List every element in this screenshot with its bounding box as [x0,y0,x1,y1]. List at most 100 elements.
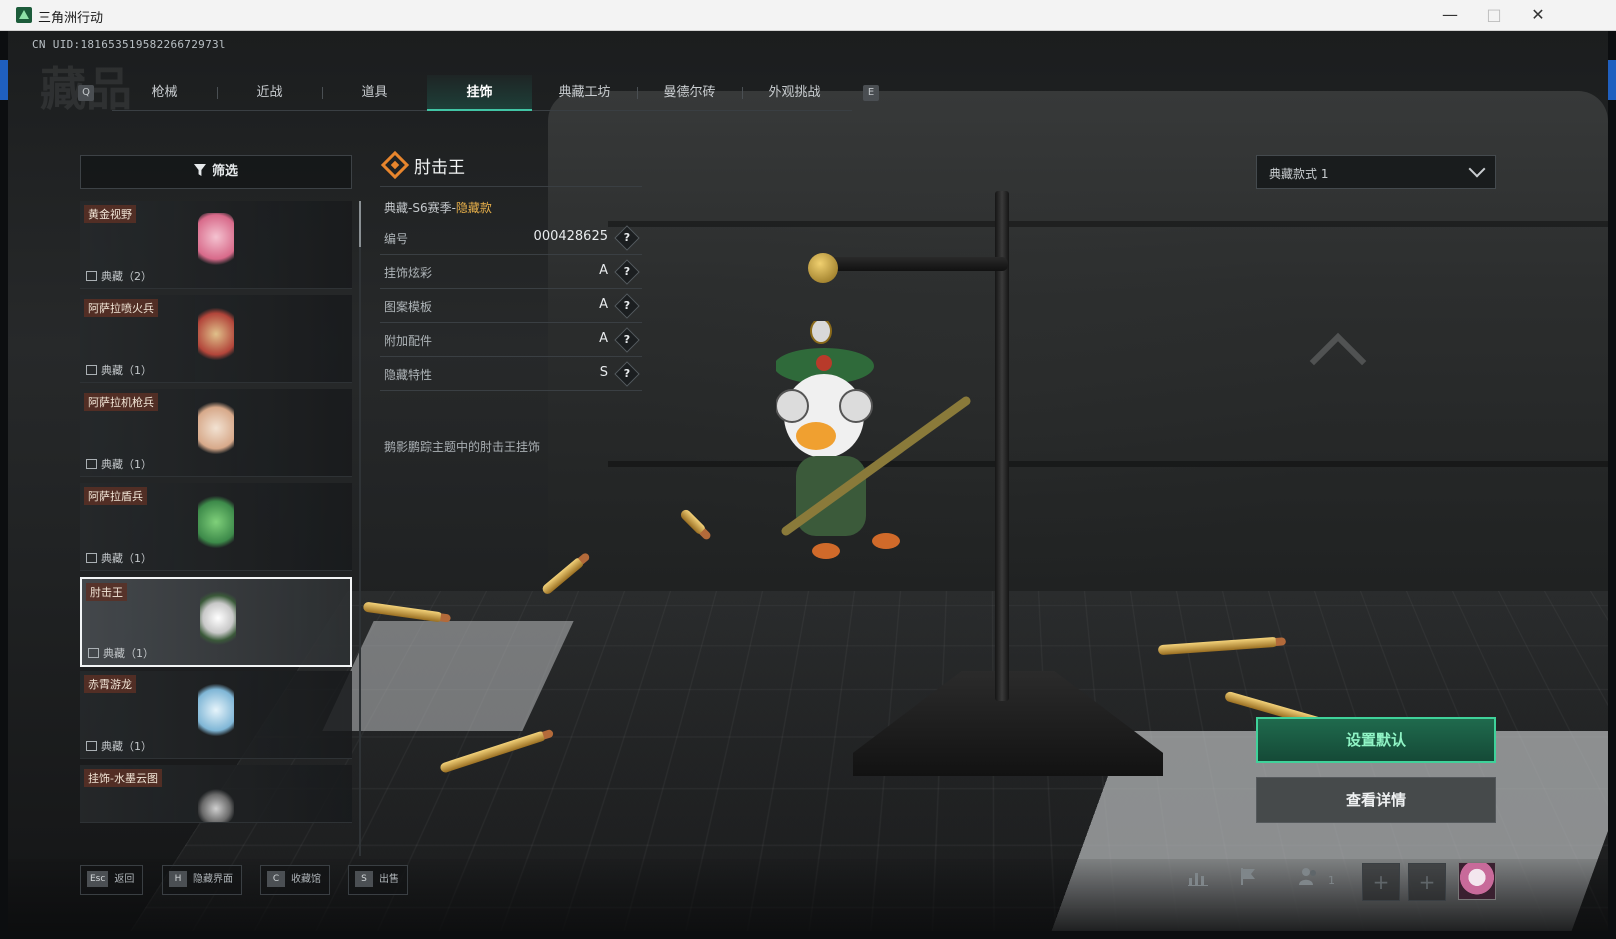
item-name: 挂饰-水墨云图 [84,769,162,787]
app-logo-icon [16,7,32,23]
top-bar: CN UID:18165351958226672973l 藏品 Q 枪械 近战 … [8,31,1608,146]
property-row-color: 挂饰炫彩 A ? [380,255,642,289]
tab-mandel-brick[interactable]: 曼德尔砖 [637,75,742,111]
close-button[interactable]: ✕ [1516,0,1560,31]
sell-hint[interactable]: S 出售 [348,865,408,895]
charm-name: 肘击王 [414,158,465,178]
display-stand-arm [828,257,1008,271]
list-scrollbar[interactable] [359,201,361,856]
display-stand-knob [808,253,838,283]
next-tab-key-hint[interactable]: E [863,85,879,101]
collection-icon [86,741,97,751]
help-icon[interactable]: ? [614,327,640,353]
tab-appearance-challenge[interactable]: 外观挑战 [742,75,847,111]
online-friend-count: 1 [1328,874,1335,887]
view-details-button[interactable]: 查看详情 [1256,777,1496,823]
desktop-edge [0,60,8,100]
category-tabs: 枪械 近战 道具 挂饰 典藏工坊 曼德尔砖 外观挑战 [112,75,852,111]
player-uid: CN UID:18165351958226672973l [32,38,226,51]
desktop-edge [1608,60,1616,100]
list-scrollbar-thumb[interactable] [359,201,361,247]
tab-collection-workshop[interactable]: 典藏工坊 [532,75,637,111]
help-icon[interactable]: ? [614,361,640,387]
help-icon[interactable]: ? [614,225,640,251]
filter-button[interactable]: 筛选 [80,155,352,189]
style-dropdown-value: 典藏款式 1 [1269,167,1329,181]
minimize-button[interactable]: — [1428,0,1472,31]
item-rarity: 典藏（1） [88,645,154,661]
item-thumbnail [198,495,234,555]
item-thumbnail [198,401,234,461]
collection-icon [86,365,97,375]
item-rarity: 典藏（1） [86,738,152,754]
style-dropdown[interactable]: 典藏款式 1 [1256,155,1496,189]
collection-icon [86,553,97,563]
case-rib [608,221,1608,227]
collection-icon [88,648,99,658]
item-name: 阿萨拉机枪兵 [84,393,158,411]
season-label: 典藏-S6赛季-隐藏款 [384,201,492,215]
item-name: 赤霄游龙 [84,675,136,693]
player-avatar[interactable] [1458,862,1496,900]
chevron-down-icon [1468,160,1486,178]
tab-firearms[interactable]: 枪械 [112,75,217,111]
item-name: 肘击王 [86,583,127,601]
beret-badge [816,355,832,371]
maximize-button[interactable]: □ [1472,0,1516,31]
duck-foot [872,533,900,549]
list-item[interactable]: 挂饰-水墨云图 [80,765,352,823]
property-row-attachment: 附加配件 A ? [380,323,642,357]
hide-ui-hint[interactable]: H 隐藏界面 [162,865,242,895]
party-slot-plus-button[interactable]: + [1362,863,1400,901]
list-item[interactable]: 阿萨拉盾兵 典藏（1） [80,483,352,571]
item-rarity: 典藏（1） [86,456,152,472]
tab-melee[interactable]: 近战 [217,75,322,111]
list-item-selected[interactable]: 肘击王 典藏（1） [80,577,352,667]
filter-label: 筛选 [211,164,238,179]
app-title: 三角洲行动 [38,11,104,26]
property-row-pattern: 图案模板 A ? [380,289,642,323]
item-rarity: 典藏（2） [86,268,152,284]
charm-ring [810,321,832,344]
app-window: 三角洲行动 — □ ✕ CN UID:18165351958226672973l… [0,0,1616,939]
case-rib [608,461,1608,467]
collection-hall-hint[interactable]: C 收藏馆 [260,865,330,895]
flag-icon[interactable] [1232,865,1264,897]
tab-items[interactable]: 道具 [322,75,427,111]
friends-icon[interactable] [1292,865,1324,897]
duck-headphone-left [776,389,809,423]
tab-charms[interactable]: 挂饰 [427,75,532,111]
filter-icon [193,164,206,176]
item-rarity: 典藏（1） [86,550,152,566]
help-icon[interactable]: ? [614,293,640,319]
help-icon[interactable]: ? [614,259,640,285]
property-row-serial: 编号 000428625 ? [380,221,642,255]
list-item[interactable]: 阿萨拉喷火兵 典藏（1） [80,295,352,383]
set-default-button[interactable]: 设置默认 [1256,717,1496,763]
collection-icon [86,459,97,469]
item-thumbnail [198,683,234,743]
detail-header: 肘击王 [380,147,642,187]
charm-description: 鹅影鹏踪主题中的肘击王挂饰 [384,440,541,454]
item-name: 阿萨拉盾兵 [84,487,147,505]
duck-foot [812,543,840,559]
item-name: 阿萨拉喷火兵 [84,299,158,317]
party-slot-plus-button[interactable]: + [1408,863,1446,901]
item-name: 黄金视野 [84,205,136,223]
charm-list-panel: 筛选 黄金视野 典藏（2） 阿萨拉喷火兵 典藏（1） 阿萨拉机枪兵 典藏（1） … [80,155,352,855]
duck-beak [796,422,836,450]
back-hint[interactable]: Esc 返回 [80,865,144,895]
list-item[interactable]: 阿萨拉机枪兵 典藏（1） [80,389,352,477]
item-thumbnail [198,213,234,273]
collection-icon [86,271,97,281]
bar-chart-icon[interactable] [1182,865,1214,897]
item-thumbnail [198,307,234,367]
property-row-hidden-trait: 隐藏特性 S ? [380,357,642,391]
list-item[interactable]: 赤霄游龙 典藏（1） [80,671,352,759]
item-rarity: 典藏（1） [86,362,152,378]
item-thumbnail [200,591,236,651]
list-item[interactable]: 黄金视野 典藏（2） [80,201,352,289]
prev-tab-key-hint[interactable]: Q [78,85,94,101]
title-bar: 三角洲行动 — □ ✕ [0,0,1616,31]
charm-model-duck[interactable] [776,321,996,581]
